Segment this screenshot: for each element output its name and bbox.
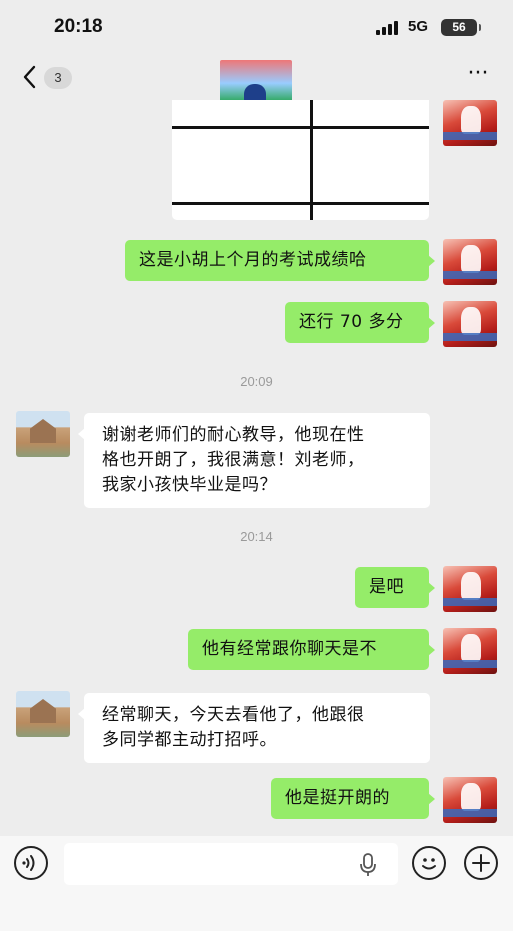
voice-icon[interactable] (14, 846, 48, 880)
plus-icon[interactable] (464, 846, 498, 880)
message-line: 我家小孩快毕业是吗？ (102, 475, 277, 495)
mic-icon[interactable] (358, 852, 378, 878)
message-line: 经常聊天，今天去看他了，他跟很 (102, 705, 365, 725)
message-bubble[interactable]: 是吧 (355, 567, 435, 608)
unread-badge[interactable]: 3 (44, 67, 72, 89)
status-bar: 20:18 5G 56 (0, 0, 513, 56)
message-timestamp: 20:14 (240, 529, 273, 544)
message-bubble[interactable]: 这是小胡上个月的考试成绩哈 (125, 240, 435, 281)
message-bubble[interactable]: 还行 70 多分 (285, 302, 435, 343)
my-avatar[interactable] (443, 628, 497, 674)
battery-icon: 56 (441, 19, 481, 36)
my-avatar[interactable] (443, 566, 497, 612)
message-bubble[interactable]: 经常聊天，今天去看他了，他跟很 多同学都主动打招呼。 (78, 693, 430, 763)
more-dots-icon[interactable]: ··· (465, 63, 491, 88)
contact-avatar[interactable] (16, 691, 70, 737)
emoji-icon[interactable] (412, 846, 446, 880)
message-bubble[interactable]: 他有经常跟你聊天是不 (188, 629, 435, 670)
signal-icon (376, 21, 402, 35)
contact-avatar[interactable] (16, 411, 70, 457)
message-input[interactable] (64, 843, 398, 885)
my-avatar[interactable] (443, 239, 497, 285)
chat-messages[interactable]: 这是小胡上个月的考试成绩哈 还行 70 多分 20:09 谢谢老师们的耐心教导，… (0, 100, 513, 836)
message-bubble[interactable]: 他是挺开朗的 (271, 778, 435, 819)
my-avatar[interactable] (443, 777, 497, 823)
chevron-left-icon[interactable] (18, 62, 42, 92)
message-line: 多同学都主动打招呼。 (102, 730, 277, 750)
message-timestamp: 20:09 (240, 374, 273, 389)
status-time: 20:18 (54, 16, 103, 37)
message-line: 谢谢老师们的耐心教导，他现在性 (102, 425, 365, 445)
image-message[interactable] (172, 100, 429, 220)
message-bubble[interactable]: 谢谢老师们的耐心教导，他现在性 格也开朗了，我很满意！刘老师， 我家小孩快毕业是… (78, 413, 430, 508)
my-avatar[interactable] (443, 301, 497, 347)
chat-header: 3 胡 妈 ··· (0, 56, 513, 118)
input-bar (0, 836, 513, 931)
network-type: 5G (408, 18, 429, 35)
my-avatar[interactable] (443, 100, 497, 146)
message-line: 格也开朗了，我很满意！刘老师， (102, 450, 365, 470)
